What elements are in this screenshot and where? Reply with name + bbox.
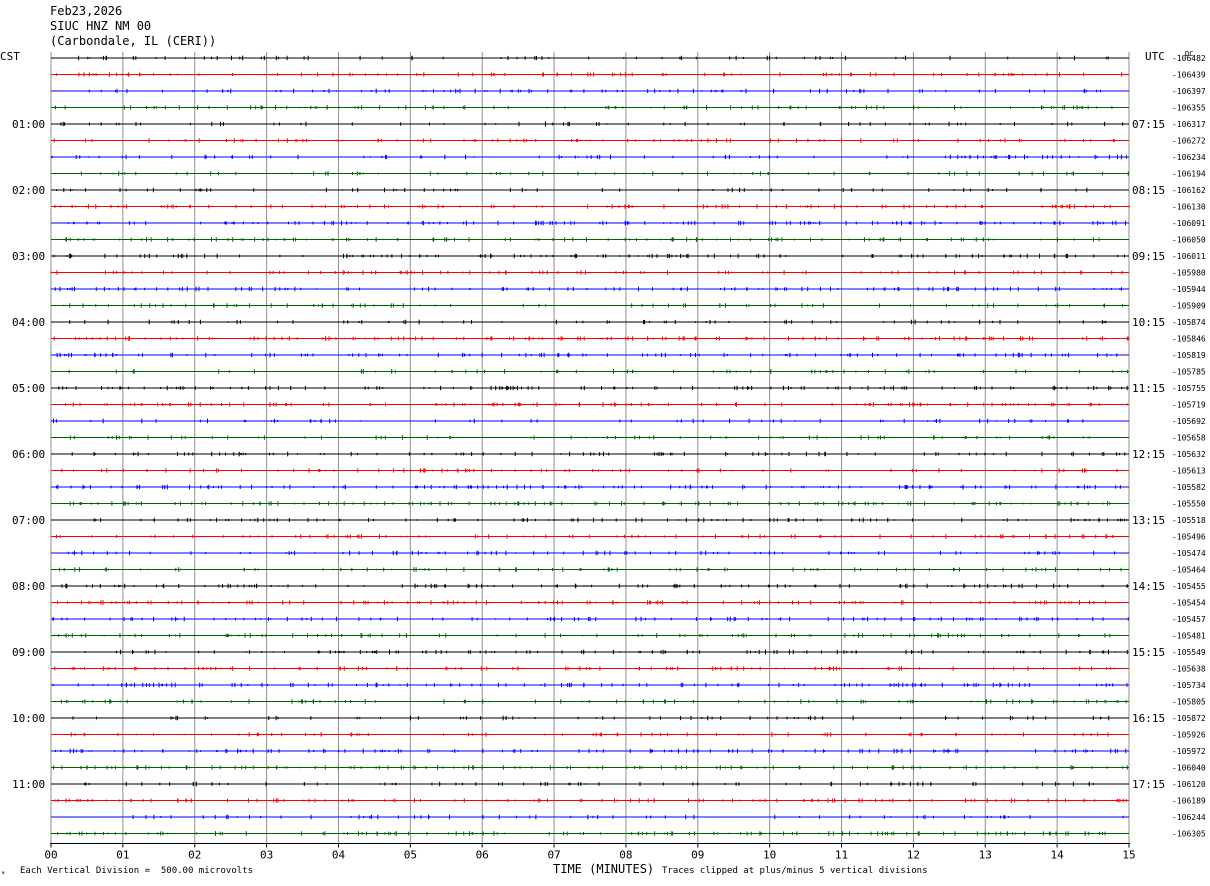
left-hour-label: 01:00 — [12, 118, 45, 131]
dc-offset-label: -106439 — [1172, 71, 1206, 80]
dc-offset-label: -105518 — [1172, 516, 1206, 525]
dc-offset-label: -105874 — [1172, 318, 1206, 327]
dc-offset-label: -106189 — [1172, 797, 1206, 806]
dc-offset-label: -106397 — [1172, 87, 1206, 96]
dc-offset-label: -105944 — [1172, 285, 1206, 294]
dc-offset-label: -106234 — [1172, 153, 1206, 162]
dc-offset-label: -106091 — [1172, 219, 1206, 228]
dc-offset-label: -105464 — [1172, 566, 1206, 575]
left-hour-label: 05:00 — [12, 382, 45, 395]
dc-offset-label: -106272 — [1172, 137, 1206, 146]
helicorder-plot: -106482-106439-106397-106355-106317-1062… — [0, 50, 1206, 862]
dc-offset-label: -105846 — [1172, 335, 1206, 344]
dc-offset-label: -105457 — [1172, 615, 1206, 624]
x-tick-label: 00 — [44, 849, 57, 862]
dc-offset-label: -105658 — [1172, 434, 1206, 443]
x-tick-label: 08 — [619, 849, 632, 862]
x-tick-label: 04 — [332, 849, 346, 862]
dc-offset-label: -105474 — [1172, 549, 1206, 558]
dc-offset-label: -106040 — [1172, 764, 1206, 773]
right-hour-label: 09:15 — [1132, 250, 1165, 263]
dc-offset-label: -105755 — [1172, 384, 1206, 393]
left-hour-label: 10:00 — [12, 712, 45, 725]
dc-offset-label: -106355 — [1172, 104, 1206, 113]
right-hour-label: 17:15 — [1132, 778, 1165, 791]
dc-offset-label: -105550 — [1172, 500, 1206, 509]
x-tick-label: 12 — [907, 849, 920, 862]
dc-offset-label: -105638 — [1172, 665, 1206, 674]
x-tick-label: 02 — [188, 849, 201, 862]
clip-note: Traces clipped at plus/minus 5 vertical … — [662, 866, 928, 876]
dc-offset-label: -105805 — [1172, 698, 1206, 707]
left-hour-label: 06:00 — [12, 448, 45, 461]
left-hour-label: 07:00 — [12, 514, 45, 527]
x-tick-label: 03 — [260, 849, 273, 862]
dc-offset-label: -105980 — [1172, 269, 1206, 278]
dc-offset-label: -105455 — [1172, 582, 1206, 591]
left-hour-label: 03:00 — [12, 250, 45, 263]
dc-offset-label: -106305 — [1172, 830, 1206, 839]
x-tick-label: 13 — [979, 849, 992, 862]
dc-offset-label: -105582 — [1172, 483, 1206, 492]
dc-offset-label: -105785 — [1172, 368, 1206, 377]
right-hour-label: 13:15 — [1132, 514, 1165, 527]
axis-labels: -106482-106439-106397-106355-106317-1062… — [0, 50, 1206, 862]
dc-offset-label: -106317 — [1172, 120, 1206, 129]
right-hour-label: 14:15 — [1132, 580, 1165, 593]
dc-offset-label: -105454 — [1172, 599, 1206, 608]
right-hour-label: 07:15 — [1132, 118, 1165, 131]
dc-offset-label: -105734 — [1172, 681, 1206, 690]
dc-offset-label: -105872 — [1172, 714, 1206, 723]
dc-offset-label: -105926 — [1172, 731, 1206, 740]
right-hour-label: 12:15 — [1132, 448, 1165, 461]
left-hour-label: 08:00 — [12, 580, 45, 593]
dc-header-label: DC — [1185, 50, 1193, 58]
dc-offset-label: -106120 — [1172, 780, 1206, 789]
left-hour-label: 09:00 — [12, 646, 45, 659]
x-axis-title: TIME (MINUTES) — [553, 862, 655, 876]
left-hour-label: 02:00 — [12, 184, 45, 197]
left-timezone-label: CST — [0, 50, 20, 63]
dc-offset-label: -105909 — [1172, 302, 1206, 311]
x-tick-label: 07 — [547, 849, 560, 862]
dc-offset-label: -105481 — [1172, 632, 1206, 641]
dc-offset-label: -106050 — [1172, 236, 1206, 245]
right-hour-label: 08:15 — [1132, 184, 1165, 197]
right-hour-label: 15:15 — [1132, 646, 1165, 659]
dc-offset-label: -105972 — [1172, 747, 1206, 756]
scale-note: Each Vertical Division = 500.00 microvol… — [20, 866, 253, 876]
corner-mark: * — [1, 870, 6, 878]
dc-offset-label: -106162 — [1172, 186, 1206, 195]
dc-offset-label: -105819 — [1172, 351, 1206, 360]
right-timezone-label: UTC — [1145, 50, 1165, 63]
x-tick-label: 10 — [763, 849, 776, 862]
minute-grid — [50, 52, 1130, 844]
dc-offset-label: -105692 — [1172, 417, 1206, 426]
dc-offset-label: -106130 — [1172, 203, 1206, 212]
x-tick-label: 11 — [835, 849, 848, 862]
x-tick-label: 14 — [1051, 849, 1065, 862]
dc-offset-label: -105549 — [1172, 648, 1206, 657]
left-hour-label: 11:00 — [12, 778, 45, 791]
x-tick-label: 09 — [691, 849, 704, 862]
dc-offset-label: -105613 — [1172, 467, 1206, 476]
left-hour-label: 04:00 — [12, 316, 45, 329]
dc-offset-label: -105496 — [1172, 533, 1206, 542]
x-tick-label: 15 — [1122, 849, 1135, 862]
x-tick-label: 06 — [476, 849, 489, 862]
dc-offset-label: -105632 — [1172, 450, 1206, 459]
right-hour-label: 10:15 — [1132, 316, 1165, 329]
dc-offset-label: -106011 — [1172, 252, 1206, 261]
right-hour-label: 11:15 — [1132, 382, 1165, 395]
x-tick-label: 05 — [404, 849, 417, 862]
dc-offset-label: -106194 — [1172, 170, 1206, 179]
dc-offset-label: -106244 — [1172, 813, 1206, 822]
dc-offset-label: -105719 — [1172, 401, 1206, 410]
seismic-traces — [50, 55, 1130, 836]
x-tick-label: 01 — [116, 849, 129, 862]
right-hour-label: 16:15 — [1132, 712, 1165, 725]
